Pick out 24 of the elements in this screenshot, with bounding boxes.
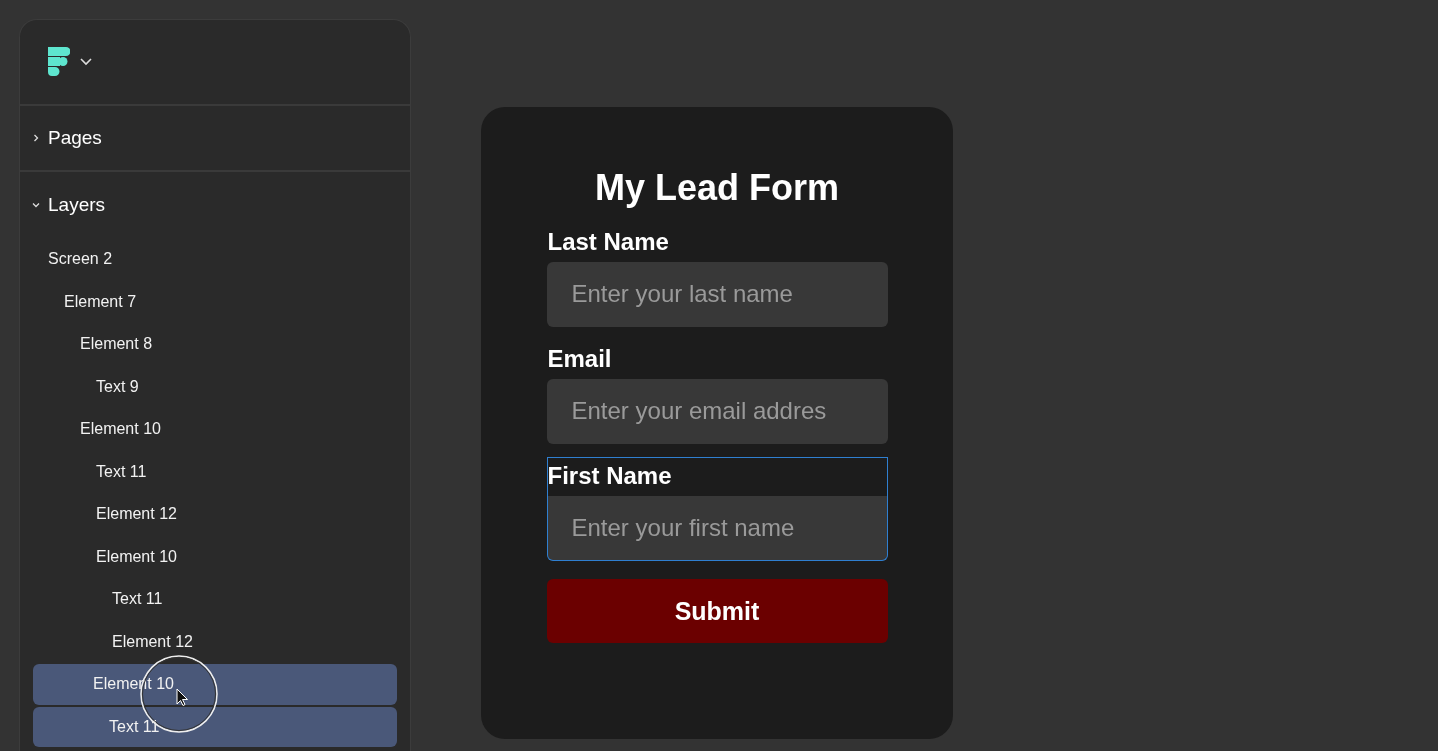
- submit-button[interactable]: Submit: [546, 579, 888, 643]
- layer-item[interactable]: Text 9: [20, 365, 410, 408]
- layer-item[interactable]: Screen 2: [20, 238, 410, 281]
- input-field[interactable]: Enter your first name: [546, 496, 888, 561]
- layer-item[interactable]: Element 8: [20, 323, 410, 366]
- layer-item[interactable]: Element 12: [20, 493, 410, 536]
- section-header[interactable]: Pages: [20, 106, 410, 172]
- layer-item[interactable]: Element 10: [20, 408, 410, 451]
- caret-icon[interactable]: [80, 58, 92, 66]
- input-field[interactable]: Enter your email addres: [546, 379, 888, 444]
- layer-item[interactable]: Element 10: [20, 535, 410, 578]
- field-label: Email: [546, 344, 613, 374]
- layer-item[interactable]: Element 12: [20, 620, 410, 663]
- layer-item[interactable]: Text 11: [33, 706, 397, 747]
- layer-item[interactable]: Text 11: [20, 450, 410, 493]
- form-title: My Lead Form: [594, 167, 839, 209]
- layer-item[interactable]: Text 11: [20, 578, 410, 621]
- chevron-icon: [32, 134, 40, 142]
- field-label: Last Name: [546, 227, 670, 257]
- input-field[interactable]: Enter your last name: [546, 262, 888, 327]
- chevron-icon: [32, 201, 40, 209]
- logo-icon[interactable]: [46, 45, 70, 79]
- section-header[interactable]: Layers: [20, 172, 410, 238]
- layer-item[interactable]: Element 7: [20, 280, 410, 323]
